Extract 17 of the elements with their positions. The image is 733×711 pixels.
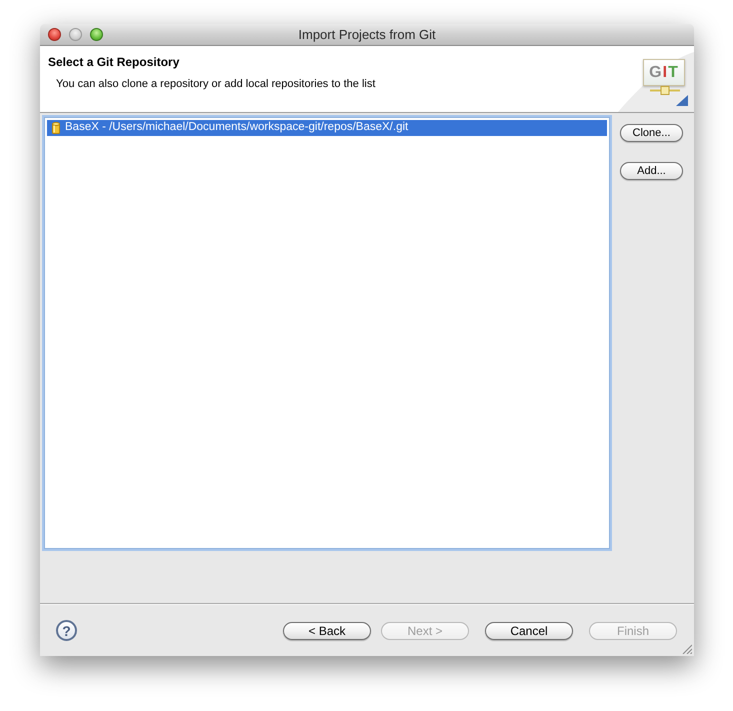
network-connector-icon [650, 86, 680, 95]
dialog-button[interactable]: < Back [283, 622, 371, 640]
clone-button[interactable]: Clone... [620, 124, 683, 142]
git-logo-text: GIT [649, 64, 679, 80]
page-description: You can also clone a repository or add local repositories to the list [56, 78, 376, 91]
zoom-button[interactable] [90, 28, 103, 41]
add-button[interactable]: Add... [620, 162, 683, 180]
corner-triangle-icon [676, 95, 688, 106]
cylinder-icon [52, 122, 60, 134]
repository-label: BaseX - /Users/michael/Documents/workspace-git/repos/BaseX/.git [65, 122, 408, 134]
window-title: Import Projects from Git [298, 28, 436, 41]
resize-grip-icon[interactable] [682, 644, 692, 654]
dialog-button[interactable]: Cancel [485, 622, 573, 640]
repository-row[interactable]: BaseX - /Users/michael/Documents/workspace-git/repos/BaseX/.git [47, 120, 607, 136]
close-button[interactable] [48, 28, 61, 41]
page-title: Select a Git Repository [48, 55, 180, 69]
help-button[interactable]: ? [56, 620, 77, 641]
